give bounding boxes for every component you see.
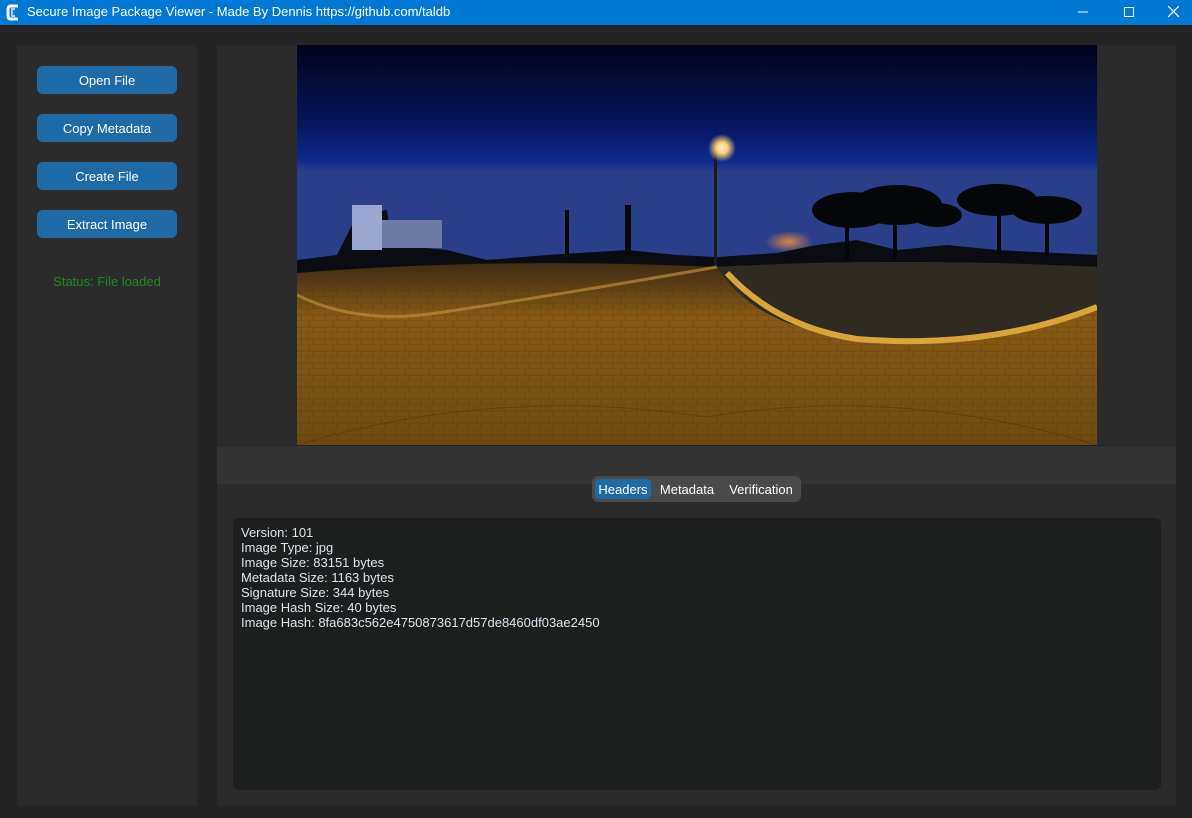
headers-textbox[interactable]: Version: 101 Image Type: jpg Image Size:… (233, 518, 1161, 790)
minimize-button[interactable] (1060, 0, 1106, 25)
tab-metadata[interactable]: Metadata (654, 479, 720, 499)
header-line-image-size: Image Size: 83151 bytes (241, 555, 385, 570)
header-line-signature-size: Signature Size: 344 bytes (241, 585, 390, 600)
title-bar: Secure Image Package Viewer - Made By De… (0, 0, 1192, 25)
app-icon (6, 4, 20, 21)
maximize-button[interactable] (1106, 0, 1152, 25)
header-line-metadata-size: Metadata Size: 1163 bytes (241, 570, 394, 585)
sidebar: Open File Copy Metadata Create File Extr… (17, 45, 197, 806)
image-preview (297, 45, 1097, 445)
create-file-button[interactable]: Create File (37, 162, 177, 190)
status-label: Status: File loaded (53, 274, 161, 289)
tab-verification[interactable]: Verification (723, 479, 799, 499)
maximize-icon (1124, 5, 1134, 20)
minimize-icon (1078, 5, 1088, 20)
header-line-image-type: Image Type: jpg (241, 540, 334, 555)
tab-headers[interactable]: Headers (595, 479, 651, 499)
header-line-version: Version: 101 (241, 525, 314, 540)
window-title: Secure Image Package Viewer - Made By De… (27, 4, 451, 19)
image-display-area (217, 45, 1176, 445)
close-button[interactable] (1150, 0, 1192, 25)
copy-metadata-button[interactable]: Copy Metadata (37, 114, 177, 142)
open-file-button[interactable]: Open File (37, 66, 177, 94)
main-area: Headers Metadata Verification Version: 1… (197, 45, 1176, 806)
header-line-image-hash: Image Hash: 8fa683c562e4750873617d57de84… (241, 615, 600, 630)
extract-image-button[interactable]: Extract Image (37, 210, 177, 238)
header-line-image-hash-size: Image Hash Size: 40 bytes (241, 600, 397, 615)
tab-panel: Headers Metadata Verification Version: 1… (217, 446, 1176, 806)
tab-selector: Headers Metadata Verification (592, 476, 801, 502)
close-icon (1167, 5, 1179, 20)
